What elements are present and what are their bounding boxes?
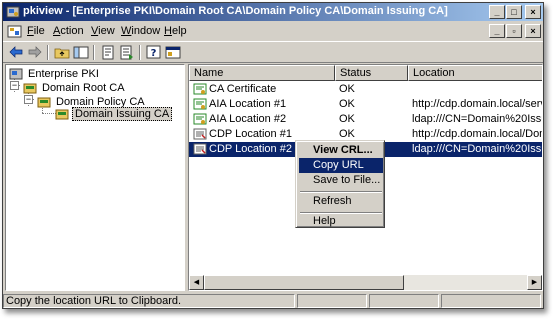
status-text: Copy the location URL to Clipboard. bbox=[3, 294, 295, 308]
menu-bar: File Action View Window Help _ ▫ × bbox=[3, 22, 543, 41]
menu-separator bbox=[300, 191, 382, 193]
crl-icon bbox=[193, 143, 207, 155]
minimize-icon: _ bbox=[494, 26, 500, 36]
close-button[interactable]: × bbox=[525, 5, 541, 19]
certification-authority-icon bbox=[37, 97, 51, 108]
back-arrow-icon bbox=[9, 46, 23, 58]
console-tree-icon[interactable] bbox=[7, 24, 22, 39]
context-menu: View CRL... Copy URL Save to File... Ref… bbox=[295, 140, 385, 228]
menu-item-help[interactable]: Help bbox=[299, 214, 383, 229]
column-header-name[interactable]: Name bbox=[189, 65, 335, 81]
restore-icon: ▫ bbox=[512, 26, 516, 36]
show-hide-tree-icon bbox=[73, 46, 89, 59]
column-header-status[interactable]: Status bbox=[335, 65, 408, 81]
toolbar: ? bbox=[3, 41, 543, 63]
scroll-thumb[interactable] bbox=[204, 275, 404, 290]
list-item[interactable]: CA Certificate OK bbox=[189, 82, 542, 97]
console-button[interactable] bbox=[164, 44, 182, 61]
svg-text:?: ? bbox=[151, 48, 157, 59]
title-bar[interactable]: pkiview - [Enterprise PKI\Domain Root CA… bbox=[3, 3, 543, 21]
certificate-icon bbox=[193, 83, 207, 95]
toolbar-separator bbox=[93, 45, 95, 60]
row-location: ldap:///CN=Domain%20Issuing% bbox=[412, 113, 542, 125]
scroll-left-button[interactable]: ◀ bbox=[189, 275, 204, 290]
tree-node-label: Domain Root CA bbox=[42, 82, 125, 94]
child-minimize-button[interactable]: _ bbox=[489, 24, 505, 38]
crl-icon bbox=[193, 128, 207, 140]
console-tree[interactable]: Enterprise PKI − Domain Root CA − Domain… bbox=[5, 64, 185, 291]
maximize-icon: □ bbox=[511, 7, 517, 17]
status-panel bbox=[441, 294, 541, 308]
menu-file[interactable]: File bbox=[27, 25, 45, 37]
status-panel bbox=[369, 294, 439, 308]
scroll-right-arrow-icon: ▶ bbox=[531, 279, 538, 286]
pkiview-window: pkiview - [Enterprise PKI\Domain Root CA… bbox=[2, 2, 544, 309]
menu-window[interactable]: Window bbox=[121, 25, 160, 37]
row-name: AIA Location #1 bbox=[209, 98, 287, 110]
up-folder-icon bbox=[54, 48, 70, 59]
column-header-location[interactable]: Location bbox=[408, 65, 542, 81]
row-location: http://cdp.domain.local/server03 bbox=[412, 98, 542, 110]
menu-view[interactable]: View bbox=[91, 25, 115, 37]
window-title: pkiview - [Enterprise PKI\Domain Root CA… bbox=[23, 5, 448, 17]
menu-action[interactable]: Action bbox=[53, 25, 84, 37]
toolbar-separator bbox=[47, 45, 49, 60]
minimize-button[interactable]: _ bbox=[489, 5, 505, 19]
certificate-icon bbox=[193, 98, 207, 110]
properties-icon bbox=[102, 45, 114, 60]
export-list-button[interactable] bbox=[118, 44, 136, 61]
menu-item-save-to-file[interactable]: Save to File... bbox=[299, 173, 383, 188]
forward-arrow-icon bbox=[28, 46, 42, 58]
show-hide-tree-button[interactable] bbox=[72, 44, 90, 61]
row-name: CA Certificate bbox=[209, 83, 277, 95]
scroll-left-arrow-icon: ◀ bbox=[193, 279, 200, 286]
scroll-right-button[interactable]: ▶ bbox=[527, 275, 542, 290]
tree-connector bbox=[42, 113, 56, 114]
row-status: OK bbox=[339, 98, 355, 110]
pkiview-app-icon bbox=[6, 6, 20, 18]
forward-button[interactable] bbox=[26, 44, 44, 61]
row-location: ldap:///CN=Domain%20Issuing% bbox=[412, 143, 542, 155]
toolbar-separator bbox=[139, 45, 141, 60]
collapse-icon[interactable]: − bbox=[24, 95, 33, 104]
child-close-button[interactable]: × bbox=[525, 24, 541, 38]
minimize-icon: _ bbox=[494, 7, 500, 17]
certification-authority-icon bbox=[23, 83, 37, 94]
horizontal-scrollbar[interactable]: ◀ ▶ bbox=[189, 275, 542, 290]
enterprise-pki-icon bbox=[9, 68, 23, 80]
row-status: OK bbox=[339, 83, 355, 95]
list-item[interactable]: AIA Location #2 OK ldap:///CN=Domain%20I… bbox=[189, 112, 542, 127]
row-location: http://cdp.domain.local/Domain% bbox=[412, 128, 542, 140]
menu-item-copy-url[interactable]: Copy URL bbox=[299, 158, 383, 173]
row-status: OK bbox=[339, 113, 355, 125]
certification-authority-icon bbox=[55, 109, 69, 120]
row-name: AIA Location #2 bbox=[209, 113, 287, 125]
close-icon: × bbox=[530, 7, 536, 17]
close-icon: × bbox=[530, 26, 536, 36]
back-button[interactable] bbox=[7, 44, 25, 61]
list-item[interactable]: AIA Location #1 OK http://cdp.domain.loc… bbox=[189, 97, 542, 112]
certificate-icon bbox=[193, 113, 207, 125]
console-icon bbox=[165, 46, 181, 59]
menu-help[interactable]: Help bbox=[164, 25, 187, 37]
menu-item-refresh[interactable]: Refresh bbox=[299, 194, 383, 209]
tree-node-label: Enterprise PKI bbox=[28, 68, 99, 80]
export-list-icon bbox=[120, 45, 133, 60]
tree-node-label: Domain Issuing CA bbox=[72, 107, 173, 121]
status-panel bbox=[297, 294, 367, 308]
collapse-icon[interactable]: − bbox=[10, 81, 19, 90]
menu-item-view-crl[interactable]: View CRL... bbox=[299, 143, 383, 158]
maximize-button[interactable]: □ bbox=[506, 5, 522, 19]
help-icon: ? bbox=[146, 45, 161, 59]
child-restore-button[interactable]: ▫ bbox=[506, 24, 522, 38]
status-bar: Copy the location URL to Clipboard. bbox=[3, 293, 543, 308]
properties-button[interactable] bbox=[99, 44, 117, 61]
help-button[interactable]: ? bbox=[145, 44, 163, 61]
up-one-level-button[interactable] bbox=[53, 44, 71, 61]
